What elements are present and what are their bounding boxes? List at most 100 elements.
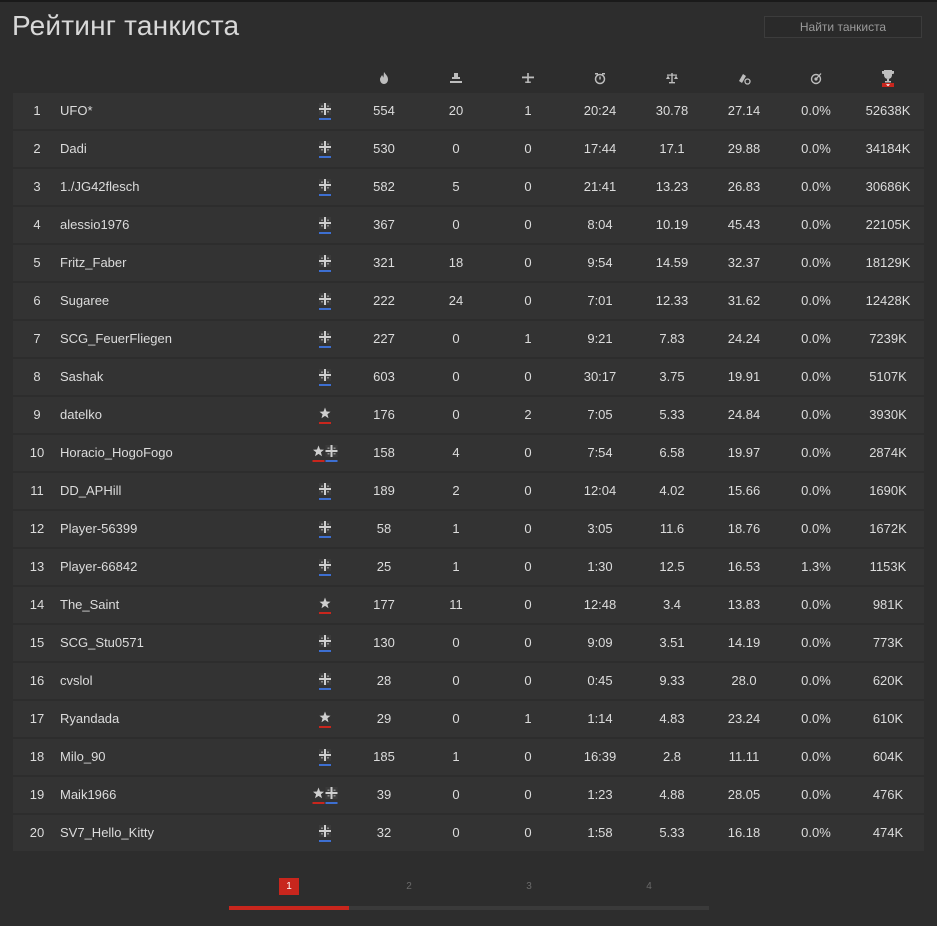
player-name-link[interactable]: SCG_FeuerFliegen	[60, 321, 172, 357]
score-cell: 1690K	[869, 483, 907, 498]
player-name-link[interactable]: cvslol	[60, 663, 93, 699]
ground-kills-cell: 0	[452, 407, 460, 422]
player-name-link[interactable]: Sugaree	[60, 283, 109, 319]
ground-target-icon[interactable]	[446, 68, 466, 88]
flight-time-cell: 1:30	[587, 559, 613, 574]
table-row[interactable]: 10 Horacio_HogoFogo 158 4 0 7:54 6.58 19.97 0.0%…	[13, 435, 924, 471]
player-name-link[interactable]: Maik1966	[60, 777, 116, 813]
hit-rate-cell: 0.0%	[801, 407, 831, 422]
table-row[interactable]: 3 1./JG42flesch 582 5 0 21:41 13.23 26.83 0.0% 30…	[13, 169, 924, 205]
faction-badges	[319, 254, 331, 274]
hit-rate-cell: 0.0%	[801, 483, 831, 498]
player-name-link[interactable]: 1./JG42flesch	[60, 169, 140, 205]
ground-kills-cell: 1	[452, 559, 460, 574]
table-row[interactable]: 5 Fritz_Faber 321 18 0 9:54 14.59 32.37 0.0% 1812…	[13, 245, 924, 281]
air-kills-cell: 0	[524, 597, 532, 612]
air-kills-cell: 0	[524, 293, 532, 308]
faction-badges	[319, 824, 331, 844]
target-icon[interactable]	[806, 68, 826, 88]
flight-time-cell: 17:44	[583, 141, 617, 156]
ground-kills-cell: 0	[452, 787, 460, 802]
player-name-link[interactable]: Sashak	[60, 359, 103, 395]
accuracy-cell: 27.14	[727, 103, 761, 118]
pagination-track	[229, 906, 709, 910]
rank-cell: 12	[29, 521, 45, 536]
player-name-link[interactable]: SCG_Stu0571	[60, 625, 144, 661]
table-row[interactable]: 13 Player-66842 25 1 0 1:30 12.5 16.53 1.3% 1153K	[13, 549, 924, 585]
player-name-link[interactable]: Player-56399	[60, 511, 137, 547]
player-name-link[interactable]: Player-66842	[60, 549, 137, 585]
player-name-link[interactable]: datelko	[60, 397, 102, 433]
table-row[interactable]: 11 DD_APHill 189 2 0 12:04 4.02 15.66 0.0% 1690K	[13, 473, 924, 509]
axis-cross-icon	[319, 520, 331, 538]
score-cell: 1153K	[869, 559, 907, 574]
air-kills-cell: 1	[524, 711, 532, 726]
table-row[interactable]: 18 Milo_90 185 1 0 16:39 2.8 11.11 0.0% 604K	[13, 739, 924, 775]
table-row[interactable]: 15 SCG_Stu0571 130 0 0 9:09 3.51 14.19 0.0% 773K	[13, 625, 924, 661]
table-row[interactable]: 2 Dadi 530 0 0 17:44 17.1 29.88 0.0% 34184K	[13, 131, 924, 167]
table-row[interactable]: 17 Ryandada 29 0 1 1:14 4.83 23.24 0.0% 610K	[13, 701, 924, 737]
axis-cross-icon	[319, 748, 331, 766]
player-name-link[interactable]: The_Saint	[60, 587, 119, 623]
air-kills-cell: 0	[524, 483, 532, 498]
accuracy-cell: 28.0	[731, 673, 757, 688]
player-name-link[interactable]: Dadi	[60, 131, 87, 167]
page-button-4[interactable]: 4	[639, 878, 659, 895]
faction-badges	[319, 710, 331, 730]
faction-badges	[319, 178, 331, 198]
scales-icon[interactable]	[662, 68, 682, 88]
table-row[interactable]: 1 UFO* 554 20 1 20:24 30.78 27.14 0.0% 52638K	[13, 93, 924, 129]
plane-icon[interactable]	[518, 68, 538, 88]
player-name-link[interactable]: Fritz_Faber	[60, 245, 126, 281]
shells-icon[interactable]	[734, 68, 754, 88]
flame-icon[interactable]	[374, 68, 394, 88]
table-row[interactable]: 6 Sugaree 222 24 0 7:01 12.33 31.62 0.0% 12428K	[13, 283, 924, 319]
hit-rate-cell: 0.0%	[801, 445, 831, 460]
player-name-link[interactable]: DD_APHill	[60, 473, 121, 509]
table-row[interactable]: 7 SCG_FeuerFliegen 227 0 1 9:21 7.83 24.24 0.0% 7…	[13, 321, 924, 357]
table-row[interactable]: 4 alessio1976 367 0 0 8:04 10.19 45.43 0.0% 22105…	[13, 207, 924, 243]
accuracy-cell: 14.19	[727, 635, 761, 650]
air-kills-cell: 0	[524, 673, 532, 688]
page-button-3[interactable]: 3	[519, 878, 539, 895]
search-input[interactable]	[764, 16, 922, 38]
score-cell: 773K	[872, 635, 904, 650]
table-row[interactable]: 8 Sashak 603 0 0 30:17 3.75 19.91 0.0% 5107K	[13, 359, 924, 395]
allied-star-icon	[319, 406, 331, 424]
clock-icon[interactable]	[590, 68, 610, 88]
kd-ratio-cell: 30.78	[655, 103, 689, 118]
ground-kills-cell: 5	[452, 179, 460, 194]
player-name-link[interactable]: UFO*	[60, 93, 93, 129]
air-kills-cell: 0	[524, 369, 532, 384]
table-row[interactable]: 14 The_Saint 177 11 0 12:48 3.4 13.83 0.0% 981K	[13, 587, 924, 623]
axis-cross-icon	[319, 178, 331, 196]
air-kills-cell: 0	[524, 559, 532, 574]
rank-cell: 17	[29, 711, 45, 726]
faction-badges	[319, 102, 331, 122]
table-row[interactable]: 20 SV7_Hello_Kitty 32 0 0 1:58 5.33 16.18 0.0% 47…	[13, 815, 924, 851]
score-cell: 604K	[872, 749, 904, 764]
player-name-link[interactable]: Horacio_HogoFogo	[60, 435, 173, 471]
page-button-2[interactable]: 2	[399, 878, 419, 895]
page-button-1[interactable]: 1	[279, 878, 299, 895]
player-name-link[interactable]: Milo_90	[60, 739, 106, 775]
table-row[interactable]: 16 cvslol 28 0 0 0:45 9.33 28.0 0.0% 620K	[13, 663, 924, 699]
flight-time-cell: 9:09	[587, 635, 613, 650]
accuracy-cell: 11.11	[728, 749, 760, 764]
player-name-link[interactable]: Ryandada	[60, 701, 119, 737]
score-cell: 3930K	[869, 407, 907, 422]
rank-cell: 20	[29, 825, 45, 840]
axis-cross-icon	[319, 368, 331, 386]
flight-time-cell: 20:24	[583, 103, 617, 118]
flight-time-cell: 8:04	[587, 217, 613, 232]
trophy-icon[interactable]	[878, 68, 898, 88]
player-name-link[interactable]: SV7_Hello_Kitty	[60, 815, 154, 851]
player-name-link[interactable]: alessio1976	[60, 207, 129, 243]
flight-time-cell: 12:48	[583, 597, 617, 612]
axis-cross-icon	[319, 140, 331, 158]
table-row[interactable]: 19 Maik1966 39 0 0 1:23 4.88 28.05 0.0% 476K	[13, 777, 924, 813]
table-row[interactable]: 12 Player-56399 58 1 0 3:05 11.6 18.76 0.0% 1672K	[13, 511, 924, 547]
kills-cell: 554	[373, 103, 395, 118]
ground-kills-cell: 18	[448, 255, 464, 270]
table-row[interactable]: 9 datelko 176 0 2 7:05 5.33 24.84 0.0% 3930K	[13, 397, 924, 433]
